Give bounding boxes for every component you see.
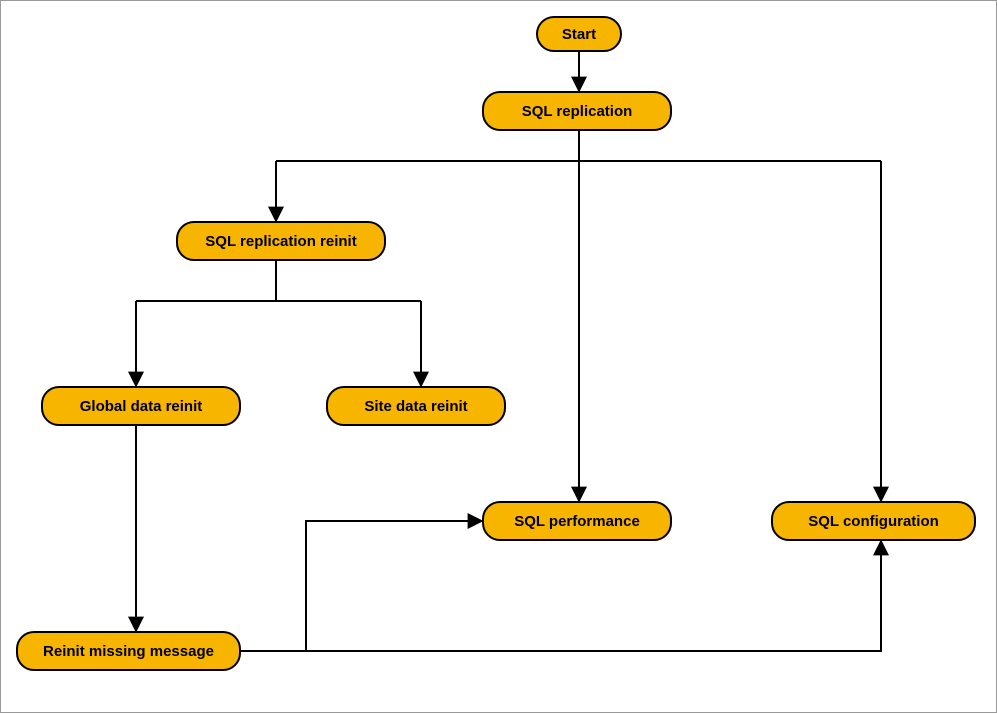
diagram-canvas: Start SQL replication SQL replication re…	[0, 0, 997, 713]
node-sql-replication: SQL replication	[482, 91, 672, 131]
node-site-data-reinit: Site data reinit	[326, 386, 506, 426]
node-label: Start	[562, 26, 596, 43]
edge-reinit-branch-bar	[136, 261, 421, 301]
node-label: SQL replication reinit	[205, 233, 356, 250]
edge-missing-to-performance	[241, 521, 482, 651]
node-label: Reinit missing message	[43, 643, 214, 660]
node-label: Site data reinit	[364, 398, 467, 415]
node-sql-configuration: SQL configuration	[771, 501, 976, 541]
node-label: Global data reinit	[80, 398, 203, 415]
edge-missing-to-configuration	[241, 541, 881, 651]
node-reinit-missing-message: Reinit missing message	[16, 631, 241, 671]
node-label: SQL replication	[522, 103, 633, 120]
node-global-data-reinit: Global data reinit	[41, 386, 241, 426]
edge-replication-branch-bar	[276, 131, 881, 161]
node-start: Start	[536, 16, 622, 52]
node-sql-performance: SQL performance	[482, 501, 672, 541]
node-label: SQL performance	[514, 513, 640, 530]
node-label: SQL configuration	[808, 513, 939, 530]
node-sql-replication-reinit: SQL replication reinit	[176, 221, 386, 261]
